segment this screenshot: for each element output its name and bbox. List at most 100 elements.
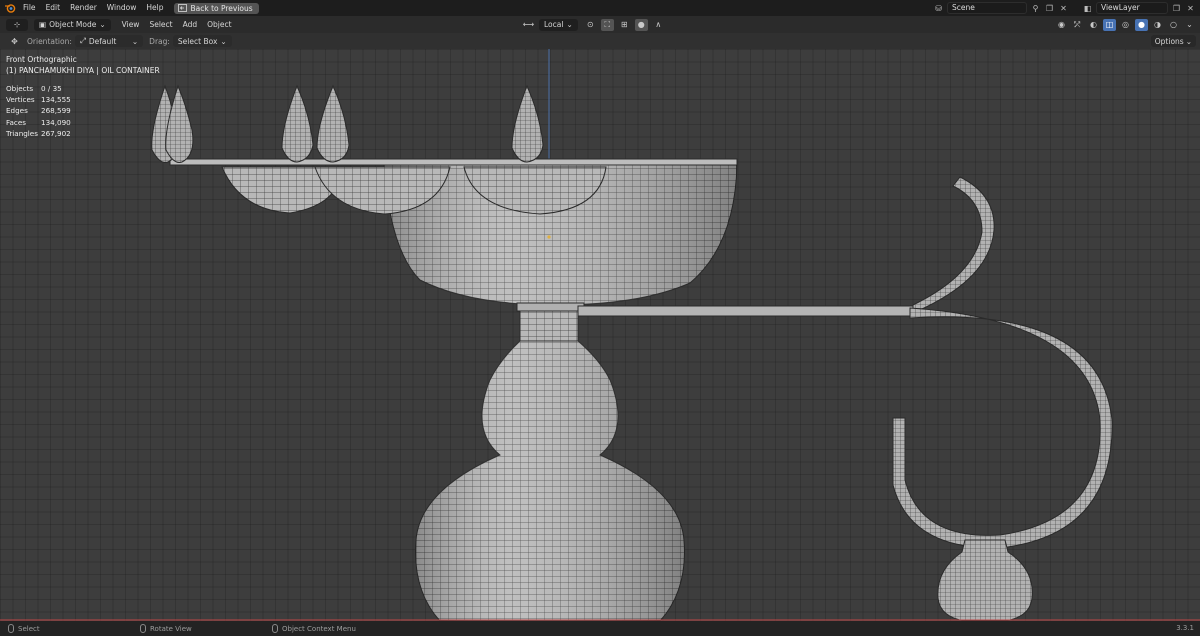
stat-row: Triangles 267,902 (6, 128, 71, 138)
orientation-setting-label: Orientation: (27, 36, 72, 46)
options-button[interactable]: Options ⌄ (1150, 35, 1196, 47)
3d-viewport-icon: ⊹ (13, 20, 21, 29)
orientation-axis-icon: ⤢ (79, 36, 86, 45)
overlay-icon[interactable]: ◐ (1087, 19, 1100, 31)
menu-add[interactable]: Add (178, 20, 203, 29)
menu-help[interactable]: Help (141, 0, 168, 16)
chevron-down-icon: ⌄ (220, 36, 227, 46)
orientation-label: Local (544, 20, 564, 29)
view-name: Front Orthographic (6, 55, 77, 64)
handle-arm (577, 305, 914, 317)
proportional-edit-icon[interactable]: ● (634, 18, 648, 31)
pivot-point-icon[interactable]: ⊙ (584, 19, 597, 31)
copy-scene-icon[interactable]: ❐ (1044, 3, 1055, 14)
gourd-body-shading (415, 341, 685, 621)
orientation-setting-value: Default (88, 36, 117, 46)
status-select: Select (8, 624, 40, 633)
menu-file[interactable]: File (18, 0, 41, 16)
shading-rendered-icon[interactable]: ○ (1167, 19, 1180, 31)
plate-rim (169, 158, 738, 166)
menu-render[interactable]: Render (65, 0, 102, 16)
falloff-icon[interactable]: ∧ (652, 19, 665, 31)
mouse-right-icon (272, 624, 278, 633)
xray-icon[interactable]: ◫ (1103, 18, 1116, 31)
transform-tools: ⟷ Local ⌄ ⊙ ⛶ ⊞ ● ∧ (522, 18, 665, 31)
chevron-down-icon: ⌄ (1185, 36, 1192, 46)
flame-4 (316, 84, 350, 163)
object-origin (547, 235, 551, 239)
stem-neck (519, 310, 579, 342)
stat-row: Edges 268,599 (6, 106, 71, 116)
back-to-previous-label: Back to Previous (190, 3, 253, 13)
flame-5 (511, 84, 544, 163)
scene-icon[interactable]: ⛁ (933, 3, 944, 14)
transform-orientation-icon[interactable]: ⟷ (522, 19, 535, 31)
mode-label: Object Mode (49, 20, 97, 29)
options-label: Options (1154, 36, 1184, 46)
editor-type-dropdown[interactable]: ⊹ (6, 18, 28, 31)
back-arrow-icon (178, 4, 188, 12)
mesh-render (0, 49, 1200, 621)
flame-2 (165, 84, 194, 163)
small-base-pot (937, 539, 1033, 621)
stat-row: Objects 0 / 35 (6, 84, 62, 93)
gizmo-icon[interactable]: ⤱ (1071, 19, 1084, 31)
flame-3 (281, 84, 314, 163)
mouse-middle-icon (140, 624, 146, 633)
close-view-layer-icon[interactable]: ✕ (1185, 3, 1196, 14)
drag-setting-label: Drag: (149, 36, 170, 46)
menu-view[interactable]: View (117, 20, 145, 29)
viewport-info: Front Orthographic (1) PANCHAMUKHI DIYA … (6, 54, 160, 76)
stat-row: Vertices 134,555 (6, 95, 71, 105)
version-label: 3.3.1 (1176, 624, 1194, 632)
status-rotate-label: Rotate View (150, 624, 192, 633)
chevron-down-icon: ⌄ (99, 20, 106, 29)
mouse-left-icon (8, 624, 14, 633)
viewport-header: ⊹ ▣ Object Mode ⌄ View Select Add Object… (0, 16, 1200, 33)
stem-plate (516, 302, 585, 312)
stat-row: Faces 134,090 (6, 117, 71, 127)
scene-name-field[interactable]: Scene (947, 2, 1027, 14)
status-select-label: Select (18, 624, 40, 633)
pin-icon[interactable]: ⚲ (1030, 3, 1041, 14)
shading-solid-icon[interactable]: ● (1135, 18, 1148, 31)
menu-select[interactable]: Select (144, 20, 177, 29)
orientation-setting-dropdown[interactable]: ⤢ Default ⌄ (74, 35, 144, 47)
viewport-display-tools: ◉ ⤱ ◐ ◫ ◎ ● ◑ ○ ⌄ (1055, 18, 1196, 31)
chevron-down-icon: ⌄ (566, 20, 573, 29)
status-context: Object Context Menu (272, 624, 356, 633)
tool-settings-bar: ✥ Orientation: ⤢ Default ⌄ Drag: Select … (0, 33, 1200, 49)
move-tool-icon[interactable]: ✥ (8, 35, 21, 47)
scene-selector: ⛁ Scene ⚲ ❐ ✕ (933, 2, 1069, 14)
shading-wireframe-icon[interactable]: ◎ (1119, 19, 1132, 31)
top-bar: File Edit Render Window Help Back to Pre… (0, 0, 1200, 16)
visibility-icon[interactable]: ◉ (1055, 19, 1068, 31)
view-layer-selector: ◧ ViewLayer ❐ ✕ (1082, 2, 1196, 14)
scene-statistics: Objects 0 / 35 Vertices 134,555 Edges 268,5… (6, 83, 71, 139)
object-mode-icon: ▣ (39, 20, 47, 29)
drag-setting-value: Select Box (177, 36, 218, 46)
shading-material-icon[interactable]: ◑ (1151, 19, 1164, 31)
blender-logo-icon[interactable] (2, 0, 18, 16)
view-layer-field[interactable]: ViewLayer (1096, 2, 1168, 14)
chevron-down-icon: ⌄ (131, 36, 139, 46)
close-icon[interactable]: ✕ (1058, 3, 1069, 14)
handle-loop (892, 307, 1113, 549)
mode-dropdown[interactable]: ▣ Object Mode ⌄ (34, 18, 111, 31)
3d-viewport[interactable] (0, 49, 1200, 621)
snap-icon[interactable]: ⛶ (600, 18, 614, 31)
menu-window[interactable]: Window (102, 0, 142, 16)
back-to-previous-button[interactable]: Back to Previous (174, 2, 259, 14)
menu-edit[interactable]: Edit (41, 0, 66, 16)
drag-setting-dropdown[interactable]: Select Box ⌄ (172, 35, 232, 47)
shading-options-icon[interactable]: ⌄ (1183, 19, 1196, 31)
transform-orientation-dropdown[interactable]: Local ⌄ (539, 18, 578, 31)
snap-target-icon[interactable]: ⊞ (618, 19, 631, 31)
status-bar: Select Rotate View Object Context Menu 3… (0, 621, 1200, 636)
active-object-name: (1) PANCHAMUKHI DIYA | OIL CONTAINER (6, 66, 160, 75)
copy-view-layer-icon[interactable]: ❐ (1171, 3, 1182, 14)
menu-object[interactable]: Object (202, 20, 236, 29)
handle-upper-curl (912, 176, 995, 314)
status-context-label: Object Context Menu (282, 624, 356, 633)
view-layer-icon[interactable]: ◧ (1082, 3, 1093, 14)
